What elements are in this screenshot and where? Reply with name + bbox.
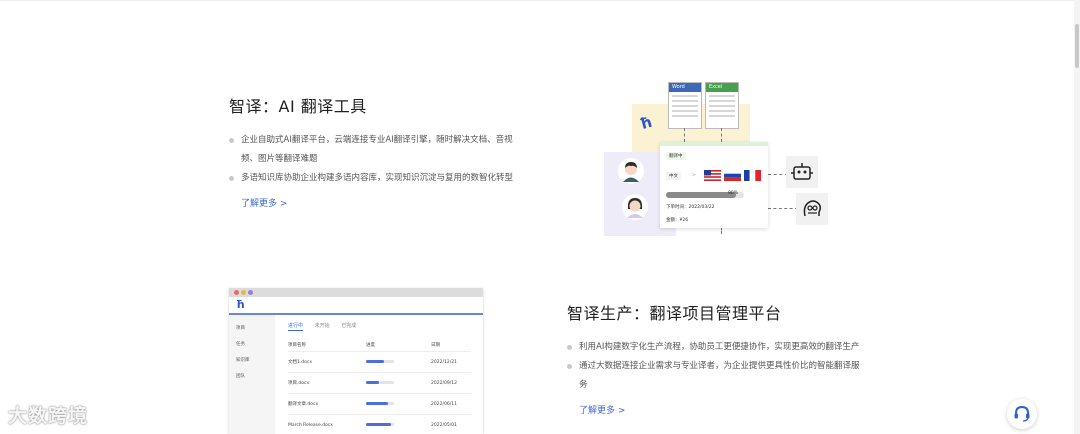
connector-line: [684, 128, 685, 142]
excel-label: Excel: [706, 83, 738, 92]
mockup-project-table: 项目名称 进度 日期 文档1.docx 2022/12/21 项目.docx 2…: [288, 339, 471, 434]
sidebar-item-knowledge-base: 知识库: [236, 358, 250, 363]
france-flag-icon: [744, 170, 761, 181]
row-progress-bar: [366, 401, 394, 405]
progress-percent: 90%: [727, 191, 738, 196]
sidebar-item-tasks: 任务: [236, 342, 245, 347]
tab-not-started: 未开始: [314, 323, 330, 329]
row-date: 2022/05/01: [431, 414, 471, 434]
tab-completed: 已完成: [341, 323, 357, 329]
order-time: 下单时间：2022/03/22: [666, 205, 715, 210]
translation-illustration: ħ Word Excel 翻译中 中文 > 90% 下单时间：2022/03/2…: [604, 82, 834, 237]
close-dot-icon: [234, 290, 239, 295]
table-row: 项目.docx 2022/09/12: [288, 372, 471, 394]
customer-support-button[interactable]: [1007, 399, 1037, 429]
row-name: March Release.docx: [288, 414, 366, 434]
connector-line: [721, 128, 722, 142]
table-row: 翻译文章.docx 2022/06/11: [288, 393, 471, 415]
word-document-icon: Word: [668, 82, 702, 129]
page-scrollbar[interactable]: [1074, 0, 1080, 434]
column-date: 日期: [431, 339, 471, 352]
status-chip: 翻译中: [666, 152, 686, 160]
section-ai-translation-tool: 智译：AI 翻译工具 企业自助式AI翻译平台，云端连接专业AI翻译引擎，随时解决…: [229, 93, 529, 210]
section2-bullets: 利用AI构建数字化生产流程，协助员工更便捷协作，实现更高效的翻译生产 通过大数据…: [567, 338, 867, 395]
maximize-dot-icon: [248, 290, 253, 295]
russia-flag-icon: [724, 170, 741, 181]
row-progress-bar: [366, 380, 394, 384]
scrollbar-thumb[interactable]: [1075, 24, 1079, 68]
project-management-screenshot: ħ 项目 任务 知识库 团队 进行中 未开始 已完成 项目名称 进度 日期 文档…: [229, 288, 483, 434]
section2-title: 智译生产：翻译项目管理平台: [567, 304, 782, 323]
excel-document-icon: Excel: [705, 82, 739, 129]
section2-learn-more-link[interactable]: 了解更多 >: [579, 403, 625, 416]
headset-icon: [1014, 405, 1030, 422]
section-project-management-platform: 智译生产：翻译项目管理平台 利用AI构建数字化生产流程，协助员工更便捷协作，实现…: [567, 300, 867, 417]
top-divider: [0, 0, 1080, 1]
watermark-logo: 大数跨境: [8, 405, 89, 427]
translation-task-card: 翻译中 中文 > 90% 下单时间：2022/03/22 金额：¥26: [660, 142, 768, 228]
row-date: 2022/09/12: [431, 372, 471, 394]
window-titlebar: [229, 288, 483, 297]
row-progress-bar: [366, 359, 394, 363]
section2-bullet-1: 利用AI构建数字化生产流程，协助员工更便捷协作，实现更高效的翻译生产: [567, 338, 867, 357]
female-user-avatar: [622, 194, 648, 220]
table-row: March Release.docx 2022/05/01: [288, 414, 471, 434]
row-name: 文档1.docx: [288, 351, 366, 373]
mockup-header: ħ: [229, 297, 483, 315]
row-progress-bar: [366, 422, 394, 426]
section1-learn-more-link[interactable]: 了解更多 >: [241, 196, 287, 209]
order-amount: 金额：¥26: [666, 218, 689, 223]
section2-bullet-2: 通过大数据连接企业需求与专业译者，为企业提供更具性价比的智能翻译服务: [567, 357, 867, 395]
mockup-tabs: 进行中 未开始 已完成: [288, 322, 366, 331]
section1-bullets: 企业自助式AI翻译平台，云端连接专业AI翻译引擎，随时解决文档、音视频、图片等翻…: [229, 131, 529, 188]
robot-icon: [786, 156, 818, 188]
arrow-icon: >: [692, 173, 696, 178]
progress-fill: [666, 192, 737, 198]
translation-progress-bar: 90%: [666, 191, 744, 198]
sidebar-item-team: 团队: [236, 374, 245, 379]
table-row: 文档1.docx 2022/12/21: [288, 351, 471, 373]
row-name: 翻译文章.docx: [288, 393, 366, 415]
section1-bullet-1: 企业自助式AI翻译平台，云端连接专业AI翻译引擎，随时解决文档、音视频、图片等翻…: [229, 131, 529, 169]
row-name: 项目.docx: [288, 372, 366, 394]
section1-bullet-2: 多语知识库协助企业构建多语内容库，实现知识沉淀与复用的数智化转型: [229, 169, 529, 188]
minimize-dot-icon: [241, 290, 246, 295]
us-flag-icon: [704, 170, 721, 181]
source-language-chip: 中文: [666, 172, 681, 180]
zhiyi-logo-icon: ħ: [236, 298, 245, 311]
tab-in-progress: 进行中: [288, 323, 304, 331]
connector-line: [768, 208, 798, 209]
word-label: Word: [669, 83, 701, 92]
mockup-sidebar: 项目 任务 知识库 团队: [229, 315, 275, 434]
row-date: 2022/12/21: [431, 351, 471, 373]
column-project-name: 项目名称: [288, 339, 366, 352]
row-date: 2022/06/11: [431, 393, 471, 415]
connector-line: [768, 174, 788, 175]
section1-title: 智译：AI 翻译工具: [229, 97, 367, 116]
male-user-avatar: [618, 158, 644, 184]
ai-head-icon: [796, 193, 828, 225]
sidebar-item-projects: 项目: [236, 326, 245, 331]
column-progress: 进度: [366, 339, 431, 352]
